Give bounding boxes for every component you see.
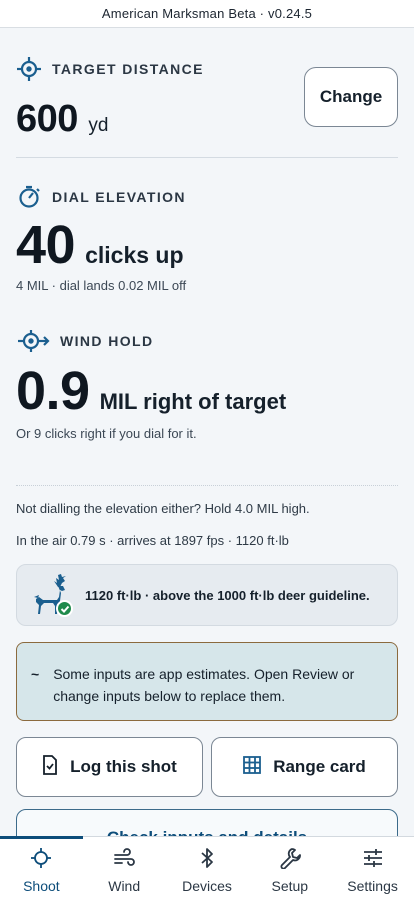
sliders-icon (362, 847, 384, 872)
estimate-notice: ~ Some inputs are app estimates. Open Re… (16, 642, 398, 721)
flight-note: In the air 0.79 s · arrives at 1897 fps … (16, 533, 289, 548)
energy-text: 1120 ft·lb · above the 1000 ft·lb deer g… (85, 587, 370, 603)
range-card-button[interactable]: Range card (211, 737, 398, 797)
wind-target-icon (16, 328, 50, 354)
dial-elevation-header: DIAL ELEVATION (16, 184, 186, 210)
elevation-detail: 4 MIL · dial lands 0.02 MIL off (16, 278, 187, 293)
distance-number: 600 (16, 98, 78, 140)
log-document-icon (42, 754, 58, 780)
wind-detail: Or 9 clicks right if you dial for it. (16, 426, 197, 441)
dial-elevation-value: 40 clicks up (16, 214, 184, 276)
tab-label-shoot: Shoot (23, 878, 60, 894)
table-grid-icon (243, 755, 262, 779)
crosshair-icon (30, 847, 52, 872)
wind-icon (113, 847, 136, 872)
wind-unit: MIL right of target (99, 389, 287, 414)
check-badge-icon (56, 600, 73, 617)
tab-devices[interactable]: Devices (166, 837, 249, 900)
target-distance-section: TARGET DISTANCE 600 yd Change (16, 28, 398, 158)
log-shot-label: Log this shot (70, 757, 177, 776)
tab-label-setup: Setup (271, 878, 309, 894)
target-distance-value: 600 yd (16, 98, 108, 141)
elevation-unit: clicks up (85, 242, 184, 268)
tab-label-settings: Settings (347, 878, 398, 894)
target-distance-header: TARGET DISTANCE (16, 56, 204, 82)
change-distance-button[interactable]: Change (304, 67, 398, 127)
range-card-label: Range card (273, 757, 366, 776)
dial-elevation-section: DIAL ELEVATION 40 clicks up 4 MIL · dial… (16, 158, 398, 326)
wrench-icon (279, 847, 301, 872)
tab-wind[interactable]: Wind (83, 837, 166, 900)
estimate-marker: ~ (31, 666, 40, 682)
bluetooth-icon (196, 847, 218, 872)
dial-crosshair-icon (16, 184, 42, 210)
wind-number: 0.9 (16, 361, 90, 421)
elevation-number: 40 (16, 215, 76, 275)
log-shot-button[interactable]: Log this shot (16, 737, 203, 797)
action-row: Log this shot Range card (16, 737, 398, 797)
tab-label-wind: Wind (108, 878, 141, 894)
crosshair-icon (16, 56, 42, 82)
energy-card: 1120 ft·lb · above the 1000 ft·lb deer g… (16, 564, 398, 626)
wind-hold-header: WIND HOLD (16, 328, 153, 354)
wind-hold-label: WIND HOLD (60, 333, 154, 349)
window-title: American Marksman Beta · v0.24.5 (0, 0, 414, 28)
tab-settings[interactable]: Settings (331, 837, 414, 900)
wind-hold-value: 0.9 MIL right of target (16, 360, 286, 422)
deer-icon (31, 573, 73, 617)
distance-unit: yd (88, 115, 109, 136)
tab-shoot[interactable]: Shoot (0, 836, 83, 900)
shoot-screen: TARGET DISTANCE 600 yd Change DIAL ELEVA… (0, 28, 414, 867)
tab-setup[interactable]: Setup (248, 837, 331, 900)
estimate-text: Some inputs are app estimates. Open Revi… (53, 666, 355, 704)
dial-elevation-label: DIAL ELEVATION (52, 189, 186, 205)
wind-hold-section: WIND HOLD 0.9 MIL right of target Or 9 c… (16, 326, 398, 486)
tab-label-devices: Devices (182, 878, 232, 894)
hold-note: Not dialling the elevation either? Hold … (16, 501, 310, 516)
target-distance-label: TARGET DISTANCE (52, 61, 204, 77)
bottom-tab-bar: Shoot Wind Devices Setup Settings (0, 836, 414, 900)
